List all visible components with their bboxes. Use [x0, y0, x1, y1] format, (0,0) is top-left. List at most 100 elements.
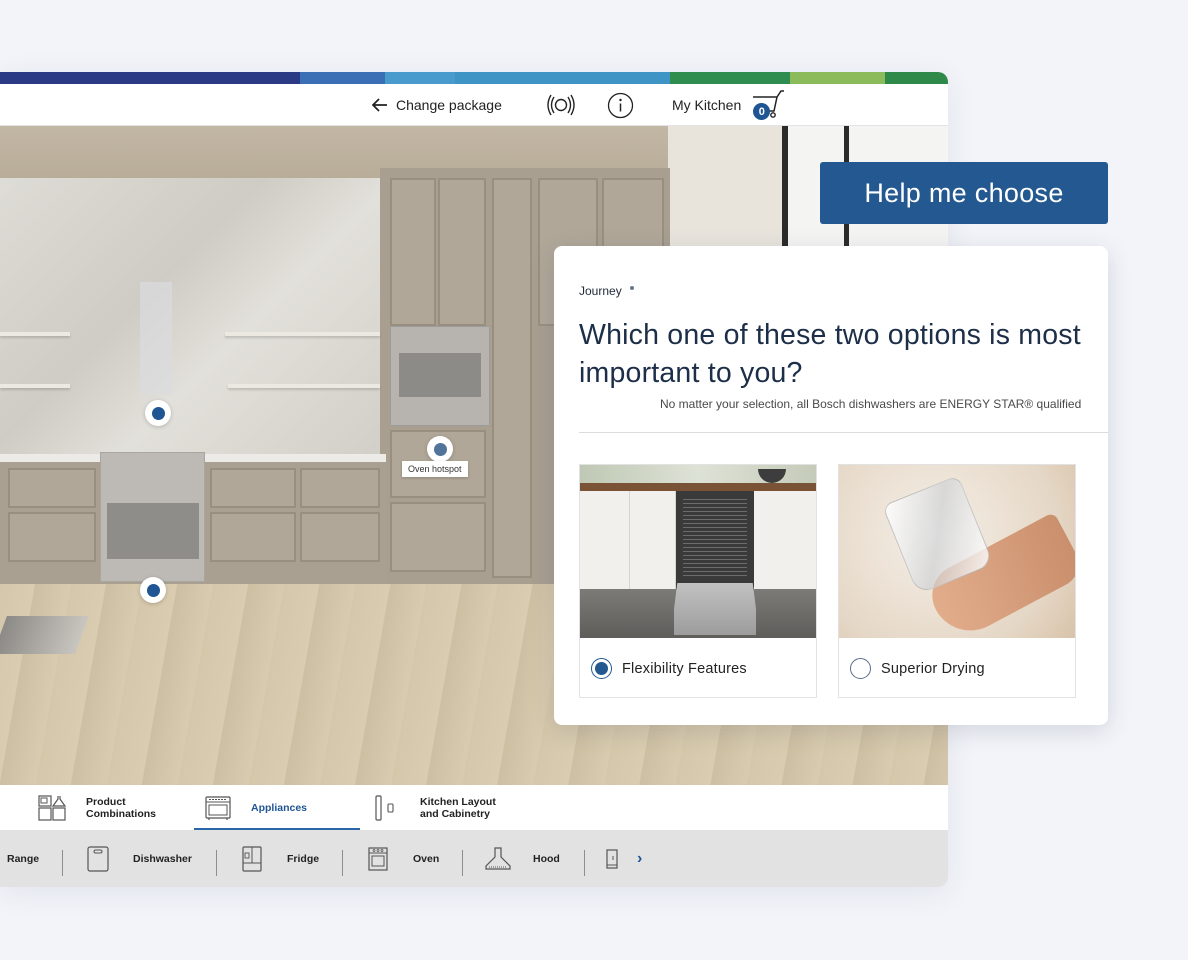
tab-label-line: Kitchen Layout [420, 795, 496, 808]
brand-stripe [885, 72, 948, 84]
range-hotspot[interactable] [140, 577, 166, 603]
separator [342, 850, 343, 876]
appliance-more[interactable] [606, 830, 618, 887]
range [100, 452, 205, 582]
appliance-label: Dishwasher [133, 852, 192, 865]
tab-label: Appliances [251, 801, 308, 814]
image-counter [580, 483, 816, 491]
separator [62, 850, 63, 876]
separator [584, 850, 585, 876]
brand-stripe [300, 72, 385, 84]
radio-selected[interactable] [591, 658, 612, 679]
cabinet-drawer [300, 512, 380, 562]
oven-icon [368, 846, 388, 871]
tab-label-line: and Cabinetry [420, 807, 491, 820]
tab-label-line: Combinations [86, 807, 156, 820]
fridge-icon [242, 845, 262, 872]
kitchen-layout-icon [375, 794, 394, 821]
option-footer: Flexibility Features [580, 638, 816, 699]
cabinet-drawer [210, 512, 296, 562]
brand-stripe [455, 72, 670, 84]
option-label: Flexibility Features [622, 660, 747, 677]
brand-stripe [790, 72, 885, 84]
arrow-left-icon [372, 98, 387, 112]
info-icon [607, 92, 634, 118]
my-kitchen-label: My Kitchen [672, 97, 742, 113]
option-flexibility-features[interactable]: Flexibility Features [579, 464, 817, 698]
brand-stripe [670, 72, 790, 84]
journey-question: Which one of these two options is most i… [579, 319, 1081, 389]
oven-hotspot-tooltip: Oven hotspot [402, 461, 468, 477]
divider [579, 432, 1108, 433]
change-package-label: Change package [396, 97, 502, 113]
journey-label-text: Journey [579, 284, 622, 298]
dishwasher-image [580, 465, 816, 638]
dot-icon [629, 286, 634, 290]
shelf [228, 384, 380, 388]
brand-stripe [385, 72, 455, 84]
shelf [0, 384, 70, 388]
top-navigation: Change package My Kitchen 0 [0, 84, 948, 126]
appliance-dishwasher[interactable]: Dishwasher [87, 830, 192, 887]
appliance-label: Oven [413, 852, 440, 865]
separator [462, 850, 463, 876]
image-dishwasher-rack [683, 499, 747, 579]
option-label: Superior Drying [881, 660, 985, 677]
marble-backsplash [0, 178, 380, 458]
appliance-label: Range [7, 852, 40, 865]
cart[interactable]: 0 [751, 90, 785, 120]
cabinet-drawer [210, 468, 296, 508]
tab-label-line: Product [86, 795, 126, 808]
tab-kitchen-layout[interactable]: Kitchen Layout and Cabinetry [374, 785, 496, 830]
info-button[interactable] [607, 84, 634, 126]
product-combinations-icon [38, 794, 66, 821]
range-hood [140, 282, 172, 394]
appliance-range[interactable]: Range [7, 830, 39, 887]
image-cabinet [630, 491, 676, 589]
tab-label: Product Combinations [86, 796, 156, 820]
glass-image [839, 465, 1075, 638]
hood-hotspot[interactable] [145, 400, 171, 426]
journey-card: Journey Which one of these two options i… [554, 246, 1108, 725]
my-kitchen-button[interactable]: My Kitchen 0 [672, 84, 785, 126]
cabinet-door [390, 178, 436, 326]
dishwasher-icon [87, 845, 109, 872]
change-package-button[interactable]: Change package [372, 84, 502, 126]
appliance-oven[interactable]: Oven [368, 830, 439, 887]
journey-label: Journey [579, 284, 634, 298]
rug [0, 616, 89, 654]
appliance-label: Fridge [287, 852, 320, 865]
image-dishwasher-door [674, 583, 756, 635]
ar-view-button[interactable] [547, 84, 575, 126]
image-cabinet [754, 491, 816, 589]
separator [216, 850, 217, 876]
cabinet-door [492, 178, 532, 578]
category-tabs: Product Combinations Appliances Kitchen … [0, 785, 948, 835]
radio-unselected[interactable] [850, 658, 871, 679]
appliance-label: Hood [533, 852, 560, 865]
brand-stripe [0, 72, 300, 84]
shelf [225, 332, 380, 336]
appliance-strip: Range Dishwasher Fridge Oven Hood › [0, 830, 948, 887]
shelf [0, 332, 70, 336]
appliances-icon [205, 795, 231, 820]
appliance-fridge[interactable]: Fridge [242, 830, 319, 887]
cabinet-drawer [300, 468, 380, 508]
brand-color-bar [0, 72, 948, 84]
tab-label: Kitchen Layout and Cabinetry [420, 796, 496, 820]
cabinet-door [438, 178, 486, 326]
chevron-right-icon[interactable]: › [637, 850, 642, 868]
cabinet-drawer [390, 502, 486, 572]
journey-subtext: No matter your selection, all Bosch dish… [660, 397, 1082, 411]
cabinet-drawer [8, 512, 96, 562]
tab-product-combinations[interactable]: Product Combinations [38, 785, 156, 830]
help-me-choose-button[interactable]: Help me choose [820, 162, 1108, 224]
option-superior-drying[interactable]: Superior Drying [838, 464, 1076, 698]
tab-appliances[interactable]: Appliances [205, 785, 307, 830]
cabinet-drawer [8, 468, 96, 508]
image-cabinet [580, 491, 630, 589]
ar-view-icon [547, 94, 575, 116]
oven-hotspot[interactable] [427, 436, 453, 462]
appliance-more-icon [606, 848, 618, 869]
appliance-hood[interactable]: Hood [485, 830, 560, 887]
